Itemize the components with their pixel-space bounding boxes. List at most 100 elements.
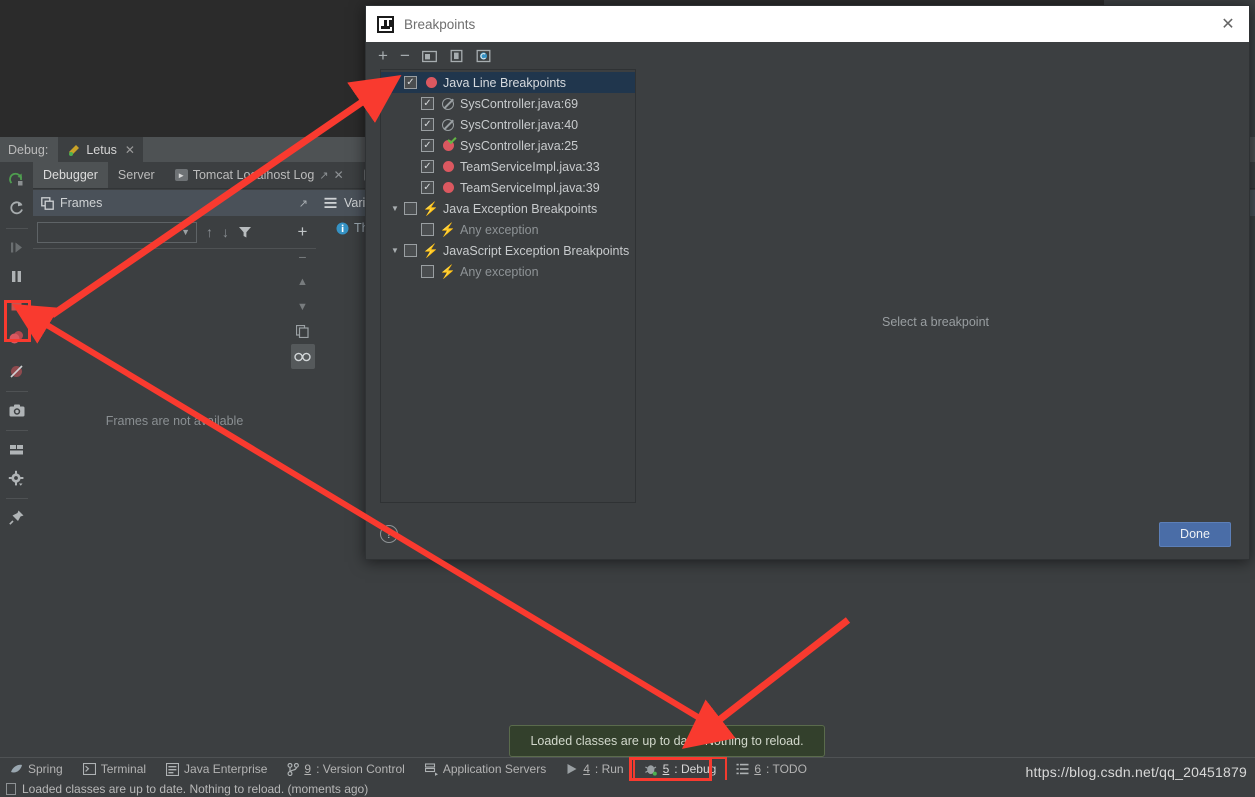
checkbox[interactable]: ✓ — [421, 181, 434, 194]
chevron-down-icon[interactable]: ▼ — [387, 246, 403, 255]
notification-text: Loaded classes are up to date. Nothing t… — [530, 734, 804, 748]
tree-item-breakpoint[interactable]: ✓ TeamServiceImpl.java:39 — [381, 177, 635, 198]
run-config-icon — [69, 144, 80, 156]
frames-empty-message: Frames are not available — [105, 414, 244, 428]
status-bar-item-application-servers[interactable]: Application Servers — [415, 758, 556, 781]
thread-selector-combo[interactable]: ▼ — [37, 221, 197, 243]
add-breakpoint-button[interactable]: + — [378, 46, 388, 66]
settings-icon[interactable] — [4, 465, 30, 492]
pin-icon[interactable]: ↗ — [319, 169, 328, 182]
dialog-footer: ? Done — [366, 507, 1249, 561]
checkbox[interactable]: ✓ — [404, 76, 417, 89]
resume-program-icon[interactable] — [4, 234, 30, 261]
debug-actions-toolbar — [0, 162, 33, 757]
done-button[interactable]: Done — [1159, 521, 1231, 547]
tab-server[interactable]: Server — [108, 162, 165, 188]
tree-item-label: SysController.java:25 — [460, 138, 579, 153]
breakpoint-disabled-icon — [440, 97, 456, 110]
up-icon[interactable]: ▲ — [291, 269, 315, 294]
tab-debugger[interactable]: Debugger — [33, 162, 108, 188]
status-bar-item-java-enterprise[interactable]: Java Enterprise — [156, 758, 277, 781]
tree-item-label: JavaScript Exception Breakpoints — [443, 243, 630, 258]
close-icon[interactable]: ✕ — [1213, 9, 1243, 39]
copy-icon[interactable] — [291, 319, 315, 344]
version-control-icon — [287, 762, 300, 776]
message-icon — [6, 782, 16, 795]
close-icon[interactable]: ✕ — [125, 143, 135, 157]
toolbar-separator-3 — [5, 430, 28, 431]
checkbox[interactable]: ✓ — [421, 265, 434, 278]
run-configuration-tab[interactable]: Letus ✕ — [58, 137, 143, 162]
inspect-icon[interactable] — [290, 344, 315, 369]
tab-tomcat-localhost-log[interactable]: ► Tomcat Localhost Log ↗ ✕ — [165, 162, 354, 188]
move-down-icon[interactable]: ↓ — [222, 224, 229, 240]
status-bar-item-run-mnemonic: 4 — [583, 762, 590, 776]
close-icon[interactable]: ✕ — [334, 168, 344, 182]
tree-item-any-exception[interactable]: ✓ ⚡ Any exception — [381, 219, 635, 240]
remove-breakpoint-button[interactable]: − — [400, 46, 410, 66]
checkbox[interactable]: ✓ — [404, 244, 417, 257]
filter-icon[interactable] — [238, 225, 252, 239]
variables-icon — [324, 197, 337, 208]
checkbox[interactable]: ✓ — [404, 202, 417, 215]
layout-settings-icon[interactable] — [4, 436, 30, 463]
pin-tab-icon[interactable] — [4, 504, 30, 531]
status-bar-item-run[interactable]: 4: Run — [556, 758, 633, 781]
status-bar-item-version-control[interactable]: 9 : Version Control — [277, 758, 414, 781]
status-bar-item-terminal-label: Terminal — [100, 762, 147, 776]
checkbox[interactable]: ✓ — [421, 160, 434, 173]
move-up-icon[interactable]: ↑ — [206, 224, 213, 240]
breakpoint-dot-icon — [440, 182, 456, 193]
group-by-package-button[interactable] — [449, 49, 464, 63]
tree-item-any-exception[interactable]: ✓ ⚡ Any exception — [381, 261, 635, 282]
chevron-down-icon[interactable]: ▼ — [387, 204, 403, 213]
remove-icon[interactable]: − — [291, 244, 315, 269]
breakpoints-tree[interactable]: ▼ ✓ Java Line Breakpoints ✓ SysControlle… — [380, 69, 636, 503]
checkbox[interactable]: ✓ — [421, 118, 434, 131]
group-by-class-button[interactable] — [476, 49, 491, 63]
add-icon[interactable]: + — [291, 219, 315, 244]
get-thread-dump-icon[interactable] — [4, 397, 30, 424]
status-bar-item-terminal[interactable]: Terminal — [73, 758, 156, 781]
exception-bolt-icon: ⚡ — [422, 243, 440, 258]
tree-item-label: Java Exception Breakpoints — [443, 201, 598, 216]
variables-thread-row[interactable]: Th — [336, 221, 369, 235]
status-bar-item-version-control-mnemonic: 9 — [304, 762, 312, 776]
tree-item-label: TeamServiceImpl.java:33 — [460, 159, 600, 174]
tree-item-label: Java Line Breakpoints — [443, 75, 566, 90]
exception-bolt-icon: ⚡ — [422, 201, 440, 216]
checkbox[interactable]: ✓ — [421, 139, 434, 152]
tree-item-breakpoint[interactable]: ✓ TeamServiceImpl.java:33 — [381, 156, 635, 177]
status-bar-item-todo-mnemonic: 6 — [754, 762, 761, 776]
tree-group-java-line-breakpoints[interactable]: ▼ ✓ Java Line Breakpoints — [381, 72, 635, 93]
tree-item-label: Any exception — [460, 264, 539, 279]
help-button[interactable]: ? — [380, 525, 398, 543]
mute-breakpoints-icon[interactable] — [4, 358, 30, 385]
tree-item-breakpoint[interactable]: ✓ SysController.java:25 — [381, 135, 635, 156]
restart-icon[interactable] — [4, 195, 30, 222]
group-by-file-button[interactable] — [421, 49, 437, 63]
breakpoint-disabled-icon — [440, 118, 456, 131]
chevron-down-icon[interactable]: ▼ — [387, 78, 403, 87]
exception-bolt-dim-icon: ⚡ — [439, 222, 457, 237]
status-bar-item-todo[interactable]: 6: TODO — [726, 758, 817, 781]
console-icon: ► — [174, 169, 188, 181]
tree-item-breakpoint[interactable]: ✓ SysController.java:69 — [381, 93, 635, 114]
status-message: Loaded classes are up to date. Nothing t… — [22, 781, 369, 796]
tree-group-javascript-exception-breakpoints[interactable]: ▼ ✓ ⚡ JavaScript Exception Breakpoints — [381, 240, 635, 261]
rerun-icon[interactable] — [4, 166, 30, 193]
checkbox[interactable]: ✓ — [421, 97, 434, 110]
java-enterprise-icon — [166, 762, 180, 776]
tree-group-java-exception-breakpoints[interactable]: ▼ ✓ ⚡ Java Exception Breakpoints — [381, 198, 635, 219]
down-icon[interactable]: ▼ — [291, 294, 315, 319]
dialog-title-bar[interactable]: Breakpoints ✕ — [366, 6, 1249, 42]
notification-balloon[interactable]: Loaded classes are up to date. Nothing t… — [509, 725, 825, 757]
status-bar-item-version-control-label: : Version Control — [316, 762, 405, 776]
pause-program-icon[interactable] — [4, 263, 30, 290]
tree-item-breakpoint[interactable]: ✓ SysController.java:40 — [381, 114, 635, 135]
status-bar-item-spring[interactable]: Spring — [0, 758, 73, 781]
tab-debugger-label: Debugger — [43, 168, 98, 182]
checkbox[interactable]: ✓ — [421, 223, 434, 236]
frames-panel-header: Frames ↗ — [33, 190, 316, 216]
pin-icon[interactable]: ↗ — [299, 197, 308, 210]
